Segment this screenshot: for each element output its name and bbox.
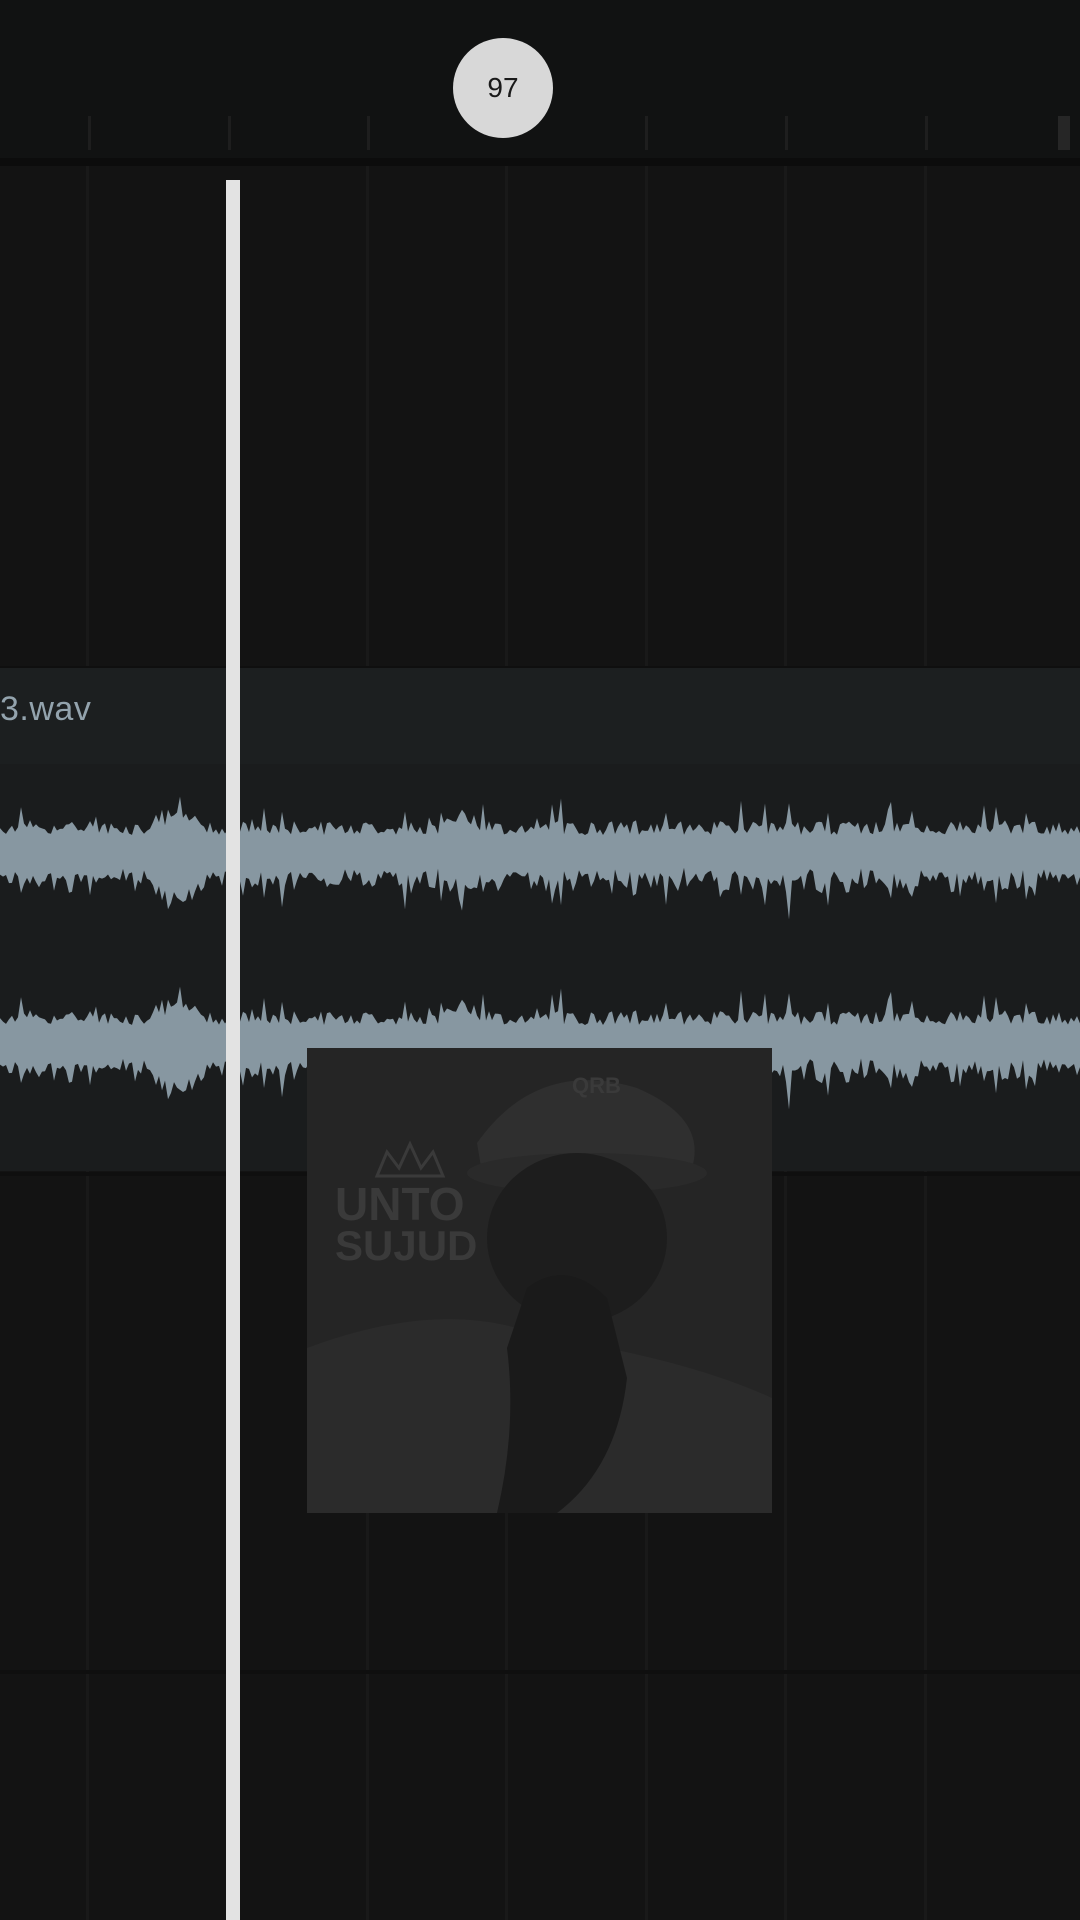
ruler-tick bbox=[367, 116, 370, 150]
lane-divider bbox=[0, 1670, 1080, 1674]
ruler-tick bbox=[785, 116, 788, 150]
timeline-ruler[interactable]: 97 bbox=[0, 0, 1080, 166]
ruler-baseline bbox=[0, 158, 1080, 166]
bar-marker[interactable]: 97 bbox=[453, 38, 553, 138]
ruler-tick bbox=[1058, 116, 1070, 150]
image-clip[interactable]: UNTO SUJUD QRB bbox=[307, 1048, 772, 1513]
daw-timeline-view: 97 3.wav UNTO SUJUD QRB bbox=[0, 0, 1080, 1920]
ruler-tick bbox=[228, 116, 231, 150]
cap-logo-text: QRB bbox=[572, 1073, 621, 1098]
audio-clip-header[interactable]: 3.wav bbox=[0, 668, 1080, 764]
playhead[interactable] bbox=[226, 180, 240, 1920]
audio-clip-name: 3.wav bbox=[0, 690, 92, 728]
waveform-channel-left bbox=[0, 796, 1080, 920]
ruler-tick bbox=[645, 116, 648, 150]
ruler-tick bbox=[88, 116, 91, 150]
cover-image: UNTO SUJUD QRB bbox=[307, 1048, 772, 1513]
logo-text-line2: SUJUD bbox=[335, 1222, 477, 1269]
track-lanes[interactable]: 3.wav bbox=[0, 166, 1080, 1920]
ruler-tick bbox=[925, 116, 928, 150]
